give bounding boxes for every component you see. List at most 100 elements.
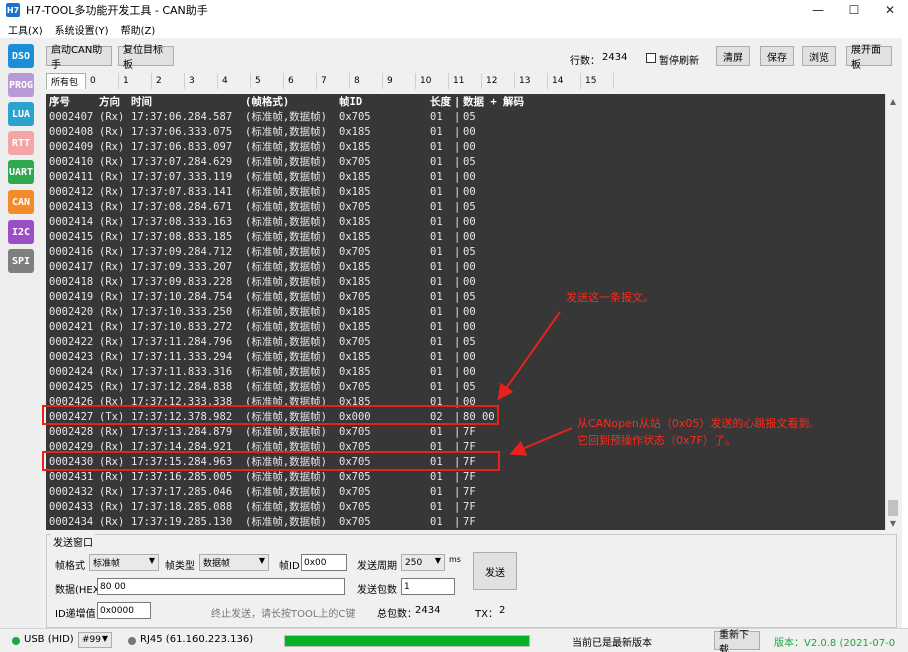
tab-all-packets[interactable]: 所有包 (46, 73, 86, 89)
log-cell: 0002410 (49, 156, 94, 168)
frame-format-select[interactable]: 标准帧 ▼ (89, 554, 159, 571)
log-cell: | (454, 351, 461, 363)
channel-tabs: 所有包 0 1 2 3 4 5 6 7 8 9 10 11 12 13 14 15 (46, 73, 614, 89)
menu-settings[interactable]: 系统设置(Y) (55, 22, 109, 37)
id-increment-input[interactable]: 0x0000 (97, 602, 151, 619)
log-cell: (标准帧,数据帧) (245, 336, 327, 348)
menu-tools[interactable]: 工具(X) (8, 22, 43, 37)
tab-channel-3[interactable]: 3 (185, 73, 218, 89)
frame-format-value: 标准帧 (93, 559, 121, 569)
reset-target-button[interactable]: 复位目标板 (118, 45, 174, 71)
clear-button[interactable]: 清屏 (716, 46, 750, 66)
log-cell: (Rx) (99, 426, 125, 438)
save-button[interactable]: 保存 (760, 46, 794, 66)
redownload-button[interactable]: 重新下载 (714, 630, 760, 652)
scroll-up-icon[interactable]: ▲ (886, 94, 900, 108)
log-scrollbar[interactable]: ▲ ▼ (885, 94, 899, 530)
log-cell: 17:37:06.284.587 (131, 111, 233, 123)
log-cell: (Rx) (99, 501, 125, 513)
log-cell: 01 (430, 231, 443, 243)
log-cell: (Rx) (99, 321, 125, 333)
frame-id-input[interactable]: 0x00 (301, 554, 347, 571)
usb-status-icon (12, 637, 20, 645)
minimize-icon[interactable]: — (800, 0, 836, 20)
tab-channel-4[interactable]: 4 (218, 73, 251, 89)
log-header-cell: 序号 (49, 96, 70, 108)
start-can-button[interactable]: 启动CAN助手 (46, 45, 112, 71)
tab-channel-11[interactable]: 11 (449, 73, 482, 89)
frame-type-select[interactable]: 数据帧 ▼ (199, 554, 269, 571)
log-cell: (标准帧,数据帧) (245, 111, 327, 123)
log-cell: 0002422 (49, 336, 94, 348)
log-cell: | (454, 486, 461, 498)
log-cell: 01 (430, 291, 443, 303)
sidebar-item-prog[interactable]: PROG (8, 73, 34, 97)
log-cell: 0x705 (339, 246, 371, 258)
log-cell: 17:37:08.833.185 (131, 231, 233, 243)
scroll-down-icon[interactable]: ▼ (886, 516, 900, 530)
tab-channel-2[interactable]: 2 (152, 73, 185, 89)
log-cell: 0x185 (339, 216, 371, 228)
log-cell: | (454, 171, 461, 183)
log-cell: (标准帧,数据帧) (245, 201, 327, 213)
sidebar-item-spi[interactable]: SPI (8, 249, 34, 273)
tab-channel-6[interactable]: 6 (284, 73, 317, 89)
sidebar-item-i2c[interactable]: I2C (8, 220, 34, 244)
tab-channel-12[interactable]: 12 (482, 73, 515, 89)
log-cell: (标准帧,数据帧) (245, 501, 327, 513)
log-cell: 01 (430, 201, 443, 213)
log-cell: 0002412 (49, 186, 94, 198)
tab-channel-15[interactable]: 15 (581, 73, 614, 89)
tab-channel-8[interactable]: 8 (350, 73, 383, 89)
log-cell: 17:37:10.333.250 (131, 306, 233, 318)
tab-channel-1[interactable]: 1 (119, 73, 152, 89)
log-cell: 05 (463, 246, 476, 258)
tab-channel-10[interactable]: 10 (416, 73, 449, 89)
tab-channel-9[interactable]: 9 (383, 73, 416, 89)
log-cell: 17:37:11.333.294 (131, 351, 233, 363)
log-cell: (标准帧,数据帧) (245, 291, 327, 303)
browse-button[interactable]: 浏览 (802, 46, 836, 66)
log-cell: (Rx) (99, 366, 125, 378)
maximize-icon[interactable]: ☐ (836, 0, 872, 20)
log-cell: 0x185 (339, 351, 371, 363)
log-cell: | (454, 111, 461, 123)
sidebar-item-dso[interactable]: DSO (8, 44, 34, 68)
tab-channel-5[interactable]: 5 (251, 73, 284, 89)
data-hex-input[interactable]: 80 00 (97, 578, 345, 595)
tab-channel-0[interactable]: 0 (86, 73, 119, 89)
row-count-value: 2434 (602, 52, 628, 63)
tab-channel-7[interactable]: 7 (317, 73, 350, 89)
period-select[interactable]: 250 ▼ (401, 554, 445, 571)
scroll-thumb[interactable] (888, 500, 898, 516)
log-cell: 0002423 (49, 351, 94, 363)
log-cell: 0002420 (49, 306, 94, 318)
heartbeat-note-line1: 从CANopen从站（0x05）发送的心跳报文看到, (577, 417, 813, 430)
sidebar-item-can[interactable]: CAN (8, 190, 34, 214)
sidebar-item-lua[interactable]: LUA (8, 102, 34, 126)
log-cell: 7F (463, 486, 476, 498)
log-cell: | (454, 336, 461, 348)
log-cell: (标准帧,数据帧) (245, 306, 327, 318)
sidebar-item-uart[interactable]: UART (8, 160, 34, 184)
send-count-input[interactable]: 1 (401, 578, 455, 595)
frame-type-value: 数据帧 (203, 559, 231, 569)
log-cell: | (454, 471, 461, 483)
expand-panel-button[interactable]: 展开面板 (846, 45, 892, 71)
log-cell: (Rx) (99, 261, 125, 273)
close-icon[interactable]: ✕ (872, 0, 908, 20)
log-cell: (Rx) (99, 291, 125, 303)
send-button[interactable]: 发送 (473, 552, 517, 590)
log-cell: 0002407 (49, 111, 94, 123)
log-cell: (Rx) (99, 516, 125, 528)
device-select[interactable]: #99 ▼ (78, 632, 112, 648)
tab-channel-14[interactable]: 14 (548, 73, 581, 89)
sidebar-item-rtt[interactable]: RTT (8, 131, 34, 155)
log-cell: | (454, 276, 461, 288)
menu-help[interactable]: 帮助(Z) (121, 22, 156, 37)
tab-channel-13[interactable]: 13 (515, 73, 548, 89)
pause-refresh-checkbox[interactable] (646, 53, 656, 63)
log-cell: 17:37:07.284.629 (131, 156, 233, 168)
log-header-cell: 长度 (430, 96, 451, 108)
log-cell: 0x705 (339, 201, 371, 213)
